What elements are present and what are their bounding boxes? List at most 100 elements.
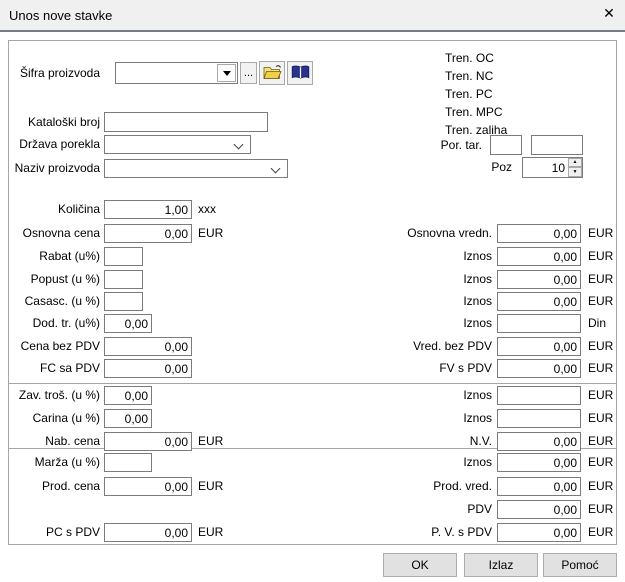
prod-vred-field[interactable] <box>497 477 581 496</box>
pv-s-pdv-unit: EUR <box>588 525 614 539</box>
prod-vred-unit: EUR <box>588 479 614 493</box>
cena-bez-pdv-field[interactable] <box>104 337 192 356</box>
casasc-label: Casasc. (u %) <box>24 294 100 308</box>
iznos-3-unit: EUR <box>588 294 614 308</box>
carina-field[interactable] <box>104 409 152 428</box>
kolicina-field[interactable] <box>104 200 192 219</box>
fv-s-pdv-unit: EUR <box>588 361 614 375</box>
iznos-2-label: Iznos <box>463 272 492 286</box>
nv-unit: EUR <box>588 434 614 448</box>
prod-cena-unit: EUR <box>198 479 224 493</box>
iznos-7-field[interactable] <box>497 453 581 472</box>
fc-sa-pdv-label: FC sa PDV <box>39 361 100 375</box>
vred-bez-pdv-label: Vred. bez PDV <box>413 339 492 353</box>
tren-oc-label: Tren. OC <box>445 51 494 65</box>
marza-label: Marža (u %) <box>34 455 100 469</box>
iznos-7-label: Iznos <box>463 455 492 469</box>
cena-bez-pdv-label: Cena bez PDV <box>20 339 100 353</box>
pomoc-button[interactable]: Pomoć <box>543 553 617 577</box>
iznos-5-label: Iznos <box>463 388 492 402</box>
naziv-proizvoda-combobox[interactable] <box>104 159 288 178</box>
prod-cena-field[interactable] <box>104 477 192 496</box>
por-tar-field-1[interactable] <box>490 135 522 155</box>
popust-field[interactable] <box>104 270 143 289</box>
pc-s-pdv-label: PC s PDV <box>45 525 100 539</box>
pdv-field[interactable] <box>497 500 581 519</box>
iznos-2-field[interactable] <box>497 270 581 289</box>
section-divider <box>8 383 617 384</box>
kataloski-broj-field[interactable] <box>104 112 268 132</box>
tren-nc-label: Tren. NC <box>445 69 494 83</box>
osnovna-vredn-field[interactable] <box>497 224 581 243</box>
iznos-4-field[interactable] <box>497 314 581 333</box>
ok-button[interactable]: OK <box>383 553 457 577</box>
close-icon: ✕ <box>603 5 615 21</box>
open-folder-button[interactable] <box>259 61 285 85</box>
spin-up-button[interactable]: ▲ <box>568 158 582 167</box>
spin-down-button[interactable]: ▼ <box>568 167 582 177</box>
iznos-1-label: Iznos <box>463 249 492 263</box>
naziv-proizvoda-label: Naziv proizvoda <box>14 161 100 175</box>
osnovna-cena-label: Osnovna cena <box>22 226 100 240</box>
marza-field[interactable] <box>104 453 152 472</box>
nv-field[interactable] <box>497 432 581 451</box>
vred-bez-pdv-field[interactable] <box>497 337 581 356</box>
izlaz-button[interactable]: Izlaz <box>464 553 538 577</box>
iznos-1-field[interactable] <box>497 247 581 266</box>
tren-mpc-label: Tren. MPC <box>445 105 503 119</box>
spin-down-icon: ▼ <box>572 168 578 175</box>
chevron-down-icon <box>270 163 281 174</box>
pc-s-pdv-field[interactable] <box>104 523 192 542</box>
dropdown-arrow-icon <box>222 70 231 76</box>
poz-spinner[interactable]: ▲ ▼ <box>522 157 583 178</box>
nab-cena-unit: EUR <box>198 434 224 448</box>
nv-label: N.V. <box>469 434 492 448</box>
tren-pc-label: Tren. PC <box>445 87 493 101</box>
poz-input[interactable] <box>524 159 567 176</box>
drzava-porekla-input[interactable] <box>106 137 231 152</box>
pc-s-pdv-unit: EUR <box>198 525 224 539</box>
osnovna-cena-unit: EUR <box>198 226 224 240</box>
naziv-proizvoda-input[interactable] <box>106 161 268 176</box>
osnovna-cena-field[interactable] <box>104 224 192 243</box>
iznos-6-unit: EUR <box>588 411 614 425</box>
iznos-3-field[interactable] <box>497 292 581 311</box>
iznos-4-unit: Din <box>588 316 607 330</box>
catalog-book-button[interactable] <box>287 61 313 85</box>
iznos-4-label: Iznos <box>463 316 492 330</box>
iznos-5-field[interactable] <box>497 386 581 405</box>
ellipsis-button[interactable]: ... <box>240 62 257 84</box>
book-icon <box>291 65 310 82</box>
pv-s-pdv-field[interactable] <box>497 523 581 542</box>
spinner-buttons: ▲ ▼ <box>568 158 582 177</box>
dod-tr-label: Dod. tr. (u%) <box>32 316 100 330</box>
osnovna-vredn-label: Osnovna vredn. <box>407 226 492 240</box>
por-tar-field-2[interactable] <box>531 135 583 155</box>
close-button[interactable]: ✕ <box>598 2 620 24</box>
sifra-dropdown-button[interactable] <box>217 64 236 82</box>
chevron-down-icon <box>233 139 244 150</box>
prod-vred-label: Prod. vred. <box>433 479 492 493</box>
dod-tr-field[interactable] <box>104 314 152 333</box>
sifra-proizvoda-input[interactable] <box>117 64 215 82</box>
fc-sa-pdv-field[interactable] <box>104 359 192 378</box>
rabat-field[interactable] <box>104 247 143 266</box>
pdv-label: PDV <box>467 502 492 516</box>
por-tar-label: Por. tar. <box>440 138 482 152</box>
sifra-proizvoda-combobox[interactable] <box>115 62 238 84</box>
zav-tros-field[interactable] <box>104 386 152 405</box>
casasc-field[interactable] <box>104 292 143 311</box>
nab-cena-field[interactable] <box>104 432 192 451</box>
carina-label: Carina (u %) <box>32 411 100 425</box>
drzava-porekla-combobox[interactable] <box>104 135 251 154</box>
title-bar: Unos nove stavke ✕ <box>0 0 625 32</box>
open-folder-icon <box>262 64 282 82</box>
nab-cena-label: Nab. cena <box>45 434 100 448</box>
iznos-6-label: Iznos <box>463 411 492 425</box>
osnovna-vredn-unit: EUR <box>588 226 614 240</box>
fv-s-pdv-label: FV s PDV <box>439 361 492 375</box>
fv-s-pdv-field[interactable] <box>497 359 581 378</box>
iznos-6-field[interactable] <box>497 409 581 428</box>
kataloski-broj-label: Kataloški broj <box>27 115 100 129</box>
ellipsis-icon: ... <box>243 67 254 79</box>
